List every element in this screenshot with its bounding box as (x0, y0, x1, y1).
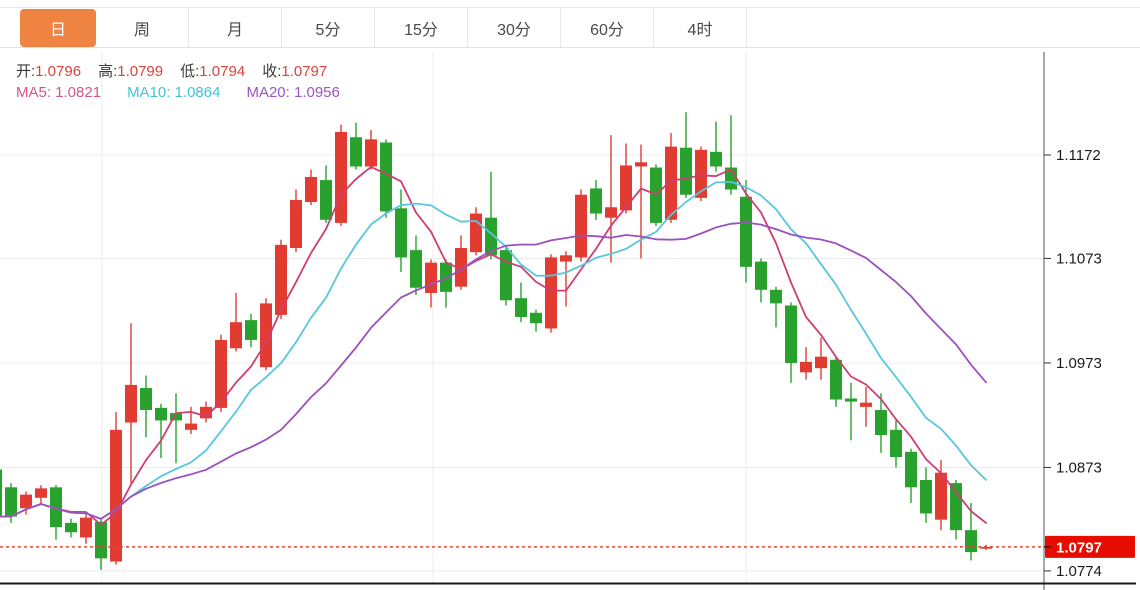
price-axis-label: 1.1172 (1056, 147, 1101, 164)
candle-body (500, 250, 512, 300)
candle-body (65, 523, 77, 532)
candle-body (290, 200, 302, 248)
candle-body (800, 362, 812, 372)
candle-body (530, 313, 542, 323)
price-axis-label: 1.0973 (1056, 355, 1102, 372)
candle-body (245, 320, 257, 340)
ohlc-label: 开: (16, 63, 35, 80)
candle-body (635, 162, 647, 166)
candle-body (755, 262, 767, 290)
candle-body (230, 322, 242, 348)
candle-body (575, 195, 587, 258)
candle-body (155, 408, 167, 421)
candle-body (665, 147, 677, 220)
candlestick-chart-app: 1.1172 1.1073 1.0973 1.0873 1.0774 1.0797 日周… (0, 0, 1140, 590)
ohlc-label: 收: (262, 63, 281, 80)
candle-body (125, 385, 137, 423)
tab-month[interactable]: 月 (189, 8, 282, 47)
ohlc-value: 1.0796 (35, 63, 81, 80)
candle-body (395, 208, 407, 257)
candle-body (620, 165, 632, 210)
last-price-label: 1.0797 (1056, 539, 1102, 556)
candle-body (110, 430, 122, 562)
candle-body (830, 360, 842, 400)
candle-body (680, 148, 692, 195)
ohlc-readout: 开:1.0796 高:1.0799 低:1.0794 收:1.0797 (16, 61, 366, 82)
tab-week[interactable]: 周 (96, 8, 189, 47)
candle-body (185, 424, 197, 430)
candle-body (140, 388, 152, 410)
candle-body (380, 142, 392, 211)
candle-body (590, 188, 602, 213)
candle-body (950, 483, 962, 530)
interval-tabbar: 日周月5分15分30分60分4时 (0, 7, 1140, 48)
candle-body (650, 168, 662, 223)
ma-value: MA5: 1.0821 (16, 84, 101, 101)
candle-body (920, 480, 932, 513)
candle-body (605, 207, 617, 217)
candle-body (425, 263, 437, 293)
candle-body (365, 139, 377, 166)
candle-body (0, 470, 2, 517)
chart-legend: 开:1.0796 高:1.0799 低:1.0794 收:1.0797 MA5: 1.… (16, 61, 366, 103)
candle-body (350, 137, 362, 166)
candle-body (305, 177, 317, 202)
candle-body (275, 245, 287, 315)
tab-60min[interactable]: 60分 (561, 8, 654, 47)
candle-body (320, 180, 332, 220)
tab-5min[interactable]: 5分 (282, 8, 375, 47)
candle-body (470, 214, 482, 253)
candle-body (875, 410, 887, 435)
price-axis-labels: 1.1172 1.1073 1.0973 1.0873 1.0774 (1044, 147, 1102, 580)
candle-body (335, 132, 347, 223)
tab-15min[interactable]: 15分 (375, 8, 468, 47)
ohlc-value: 1.0794 (199, 63, 245, 80)
candle-body (545, 257, 557, 328)
ohlc-value: 1.0797 (281, 63, 327, 80)
ohlc-value: 1.0799 (117, 63, 163, 80)
candle-body (905, 452, 917, 488)
candle-body (965, 530, 977, 552)
candle-body (80, 518, 92, 538)
candle-body (560, 255, 572, 261)
candle-body (440, 263, 452, 292)
candle-body (710, 152, 722, 167)
price-axis-label: 1.1073 (1056, 250, 1102, 267)
candle-body (860, 403, 872, 407)
candle-body (35, 488, 47, 497)
ohlc-label: 低: (180, 63, 199, 80)
ma-readout: MA5: 1.0821 MA10: 1.0864 MA20: 1.0956 (16, 82, 366, 103)
candle-body (815, 357, 827, 368)
candle-layer (0, 112, 992, 570)
candle-body (785, 305, 797, 362)
ma-value: MA20: 1.0956 (246, 84, 339, 101)
ohlc-label: 高: (98, 63, 117, 80)
candle-body (515, 298, 527, 317)
candle-body (770, 290, 782, 304)
candle-body (95, 522, 107, 559)
candle-body (5, 487, 17, 516)
tab-4hour[interactable]: 4时 (654, 8, 747, 47)
grid-layer (0, 52, 1044, 583)
ma-value: MA10: 1.0864 (127, 84, 220, 101)
candle-body (890, 430, 902, 457)
candle-body (845, 398, 857, 401)
tab-day[interactable]: 日 (20, 9, 96, 47)
candle-body (740, 197, 752, 267)
price-axis-label: 1.0873 (1056, 459, 1102, 476)
candle-body (410, 250, 422, 288)
price-axis-label: 1.0774 (1056, 563, 1102, 580)
tab-30min[interactable]: 30分 (468, 8, 561, 47)
candle-body (20, 495, 32, 509)
